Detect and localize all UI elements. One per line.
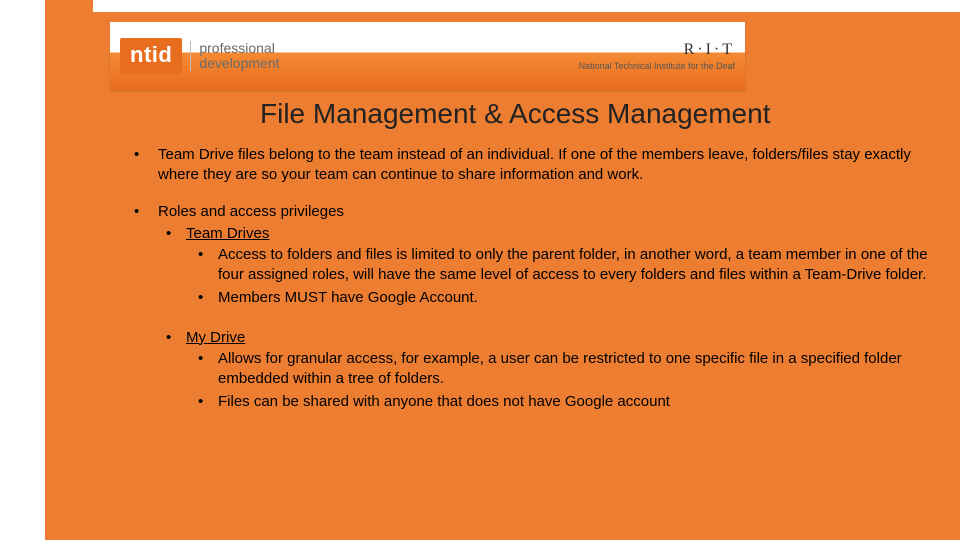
team-drives-heading: Team Drives (186, 225, 269, 242)
td-item-1: Access to folders and files is limited t… (186, 245, 940, 284)
bullet-1: Team Drive files belong to the team inst… (130, 145, 940, 184)
my-drive-heading: My Drive (186, 329, 245, 346)
pd-line2: development (199, 56, 279, 71)
spacer (158, 312, 940, 326)
pd-line1: professional (199, 41, 279, 56)
accent-bar (45, 0, 93, 12)
professional-development-label: professional development (190, 41, 279, 70)
bullet-list: Team Drive files belong to the team inst… (130, 145, 940, 412)
sub-my-drive: My Drive Allows for granular access, for… (158, 328, 940, 412)
team-drives-list: Access to folders and files is limited t… (186, 245, 940, 308)
sub-list-roles: Team Drives Access to folders and files … (158, 224, 940, 308)
slide-title: File Management & Access Management (260, 98, 770, 130)
slide-body: Team Drive files belong to the team inst… (130, 145, 940, 430)
md-item-1: Allows for granular access, for example,… (186, 349, 940, 388)
header-banner: ntid professional development R·I·T Nati… (110, 22, 745, 90)
sub-list-mydrive: My Drive Allows for granular access, for… (158, 328, 940, 412)
ntid-logo: ntid (120, 38, 182, 74)
rit-subtitle: National Technical Institute for the Dea… (579, 61, 735, 73)
bullet-2: Roles and access privileges Team Drives … (130, 202, 940, 412)
slide: ntid professional development R·I·T Nati… (0, 0, 960, 540)
sub-team-drives: Team Drives Access to folders and files … (158, 224, 940, 308)
rit-logo: R·I·T (579, 40, 735, 61)
banner-right: R·I·T National Technical Institute for t… (579, 40, 735, 72)
td-item-2: Members MUST have Google Account. (186, 288, 940, 308)
bullet-2-text: Roles and access privileges (158, 203, 344, 220)
my-drive-list: Allows for granular access, for example,… (186, 349, 940, 412)
banner-left: ntid professional development (120, 38, 579, 74)
md-item-2: Files can be shared with anyone that doe… (186, 392, 940, 412)
